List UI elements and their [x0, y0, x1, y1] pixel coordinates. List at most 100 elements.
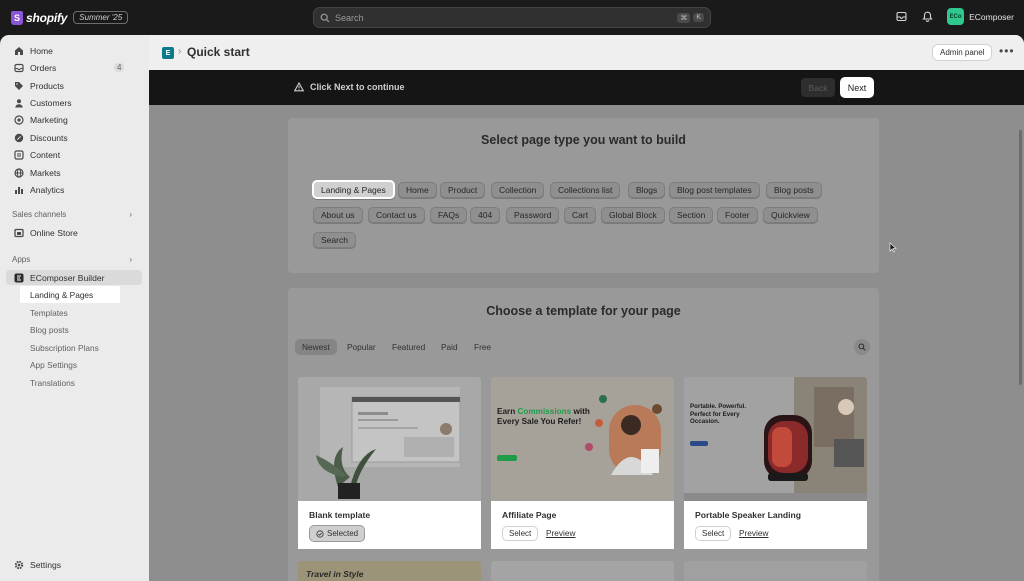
filter-featured[interactable]: Featured	[385, 339, 432, 355]
orders-icon	[14, 63, 24, 73]
chip-home[interactable]: Home	[398, 182, 437, 198]
chip-collections-list[interactable]: Collections list	[550, 182, 621, 198]
brand-name: shopify	[26, 10, 68, 25]
sidebar-item-markets[interactable]: Markets	[14, 166, 61, 180]
templates-title: Choose a template for your page	[486, 304, 681, 318]
template-card-next-3[interactable]	[684, 561, 867, 581]
chip-quickview[interactable]: Quickview	[763, 207, 818, 223]
ecomposer-icon	[14, 273, 24, 283]
chip-footer[interactable]: Footer	[717, 207, 758, 223]
chip-404[interactable]: 404	[470, 207, 501, 223]
content-icon	[14, 150, 24, 160]
shopify-logo[interactable]: S shopify Summer '25	[11, 10, 129, 25]
chip-section[interactable]: Section	[669, 207, 714, 223]
chip-blog-posts[interactable]: Blog posts	[766, 182, 822, 198]
filter-newest[interactable]: Newest	[295, 339, 337, 355]
chip-landing-pages[interactable]: Landing & Pages	[312, 180, 395, 199]
chip-blogs[interactable]: Blogs	[628, 182, 666, 198]
page-type-card: Select page type you want to build Landi…	[288, 118, 879, 273]
scrollbar[interactable]	[1019, 130, 1022, 385]
breadcrumb-chevron-icon: ›	[178, 46, 182, 57]
target-icon	[14, 115, 24, 125]
sidebar-sub-templates[interactable]: Templates	[30, 308, 68, 318]
sidebar-item-online-store[interactable]: Online Store	[14, 226, 78, 240]
next-button[interactable]: Next	[840, 77, 874, 98]
sidebar-item-analytics[interactable]: Analytics	[14, 183, 64, 197]
discount-icon	[14, 133, 24, 143]
chip-blog-post-templates[interactable]: Blog post templates	[669, 182, 760, 198]
chip-cart[interactable]: Cart	[564, 207, 597, 223]
sidebar-item-products[interactable]: Products	[14, 79, 64, 93]
template-thumb-speaker: Portable. Powerful. Perfect for Every Oc…	[684, 377, 867, 501]
template-card-affiliate[interactable]: Earn Commissions with Every Sale You Ref…	[491, 377, 674, 549]
sidebar-item-discounts[interactable]: Discounts	[14, 131, 68, 145]
sidebar-item-content[interactable]: Content	[14, 148, 60, 162]
apps-header[interactable]: Apps ›	[12, 255, 132, 264]
person-icon	[14, 98, 24, 108]
chip-product[interactable]: Product	[440, 182, 486, 198]
bar-chart-icon	[14, 185, 24, 195]
admin-panel-button[interactable]: Admin panel	[932, 44, 993, 61]
page-header: E › Quick start Admin panel •••	[149, 35, 1024, 70]
mouse-cursor-icon	[889, 242, 897, 253]
back-button[interactable]: Back	[801, 78, 835, 97]
template-card-blank[interactable]: Blank template Selected	[298, 377, 481, 549]
chip-about-us[interactable]: About us	[313, 207, 363, 223]
chip-global-block[interactable]: Global Block	[601, 207, 665, 223]
template-card-next-2[interactable]	[491, 561, 674, 581]
gear-icon	[14, 560, 24, 570]
search-icon	[320, 13, 330, 22]
chip-collection[interactable]: Collection	[491, 182, 545, 198]
kbd-k: K	[693, 13, 704, 22]
store-avatar: ECo	[947, 8, 965, 25]
template-card-speaker[interactable]: Portable. Powerful. Perfect for Every Oc…	[684, 377, 867, 549]
sidebar-item-orders[interactable]: Orders	[14, 61, 56, 75]
filter-popular[interactable]: Popular	[340, 339, 383, 355]
sidebar-item-ecomposer[interactable]: EComposer Builder	[14, 271, 105, 285]
more-actions-button[interactable]: •••	[999, 44, 1015, 58]
kbd-cmd: ⌘	[677, 12, 691, 23]
template-card-travel[interactable]: Travel in Style	[298, 561, 481, 581]
top-bar: S shopify Summer '25 Search ⌘ K ECo ECom…	[0, 0, 1024, 35]
sidebar-sub-landing-pages[interactable]: Landing & Pages	[20, 286, 120, 303]
page-title: Quick start	[187, 45, 250, 59]
filter-paid[interactable]: Paid	[434, 339, 465, 355]
chip-faqs[interactable]: FAQs	[430, 207, 468, 223]
preview-link[interactable]: Preview	[739, 528, 769, 538]
tour-banner: Click Next to continue Back Next	[149, 70, 1024, 105]
bell-icon[interactable]	[921, 11, 933, 23]
main-area: E › Quick start Admin panel ••• Click Ne…	[149, 35, 1024, 581]
preview-link[interactable]: Preview	[546, 528, 576, 538]
orders-badge: 4	[114, 63, 125, 72]
chip-contact-us[interactable]: Contact us	[368, 207, 425, 223]
edition-badge: Summer '25	[73, 11, 129, 24]
sidebar-item-customers[interactable]: Customers	[14, 96, 72, 110]
ecomposer-app-icon[interactable]: E	[162, 47, 174, 59]
store-icon	[14, 228, 24, 238]
sidebar-sub-translations[interactable]: Translations	[30, 378, 75, 388]
sales-channels-header[interactable]: Sales channels ›	[12, 210, 132, 219]
chip-password[interactable]: Password	[506, 207, 560, 223]
banner-text: Click Next to continue	[310, 82, 405, 92]
sidebar-item-settings[interactable]: Settings	[14, 558, 61, 572]
filter-free[interactable]: Free	[467, 339, 498, 355]
template-search-button[interactable]	[854, 339, 870, 355]
sidebar-item-marketing[interactable]: Marketing	[14, 113, 68, 127]
sidebar-sub-blog-posts[interactable]: Blog posts	[30, 325, 69, 335]
inbox-icon[interactable]	[895, 11, 907, 23]
check-circle-icon	[316, 529, 324, 538]
chip-search[interactable]: Search	[313, 232, 356, 248]
shopify-bag-icon: S	[11, 10, 23, 25]
sidebar-sub-app-settings[interactable]: App Settings	[30, 360, 77, 370]
store-menu[interactable]: ECo EComposer	[947, 8, 1014, 25]
sidebar-item-home[interactable]: Home	[14, 44, 53, 58]
template-name: Portable Speaker Landing	[695, 510, 802, 520]
search-bar[interactable]: Search ⌘ K	[313, 7, 711, 28]
template-thumb-blank	[298, 377, 481, 501]
template-selected-badge[interactable]: Selected	[309, 525, 366, 542]
select-button[interactable]: Select	[502, 526, 539, 541]
sidebar-sub-subscription-plans[interactable]: Subscription Plans	[30, 343, 99, 353]
globe-icon	[14, 168, 24, 178]
template-thumb-affiliate: Earn Commissions with Every Sale You Ref…	[491, 377, 674, 501]
select-button[interactable]: Select	[695, 526, 732, 541]
